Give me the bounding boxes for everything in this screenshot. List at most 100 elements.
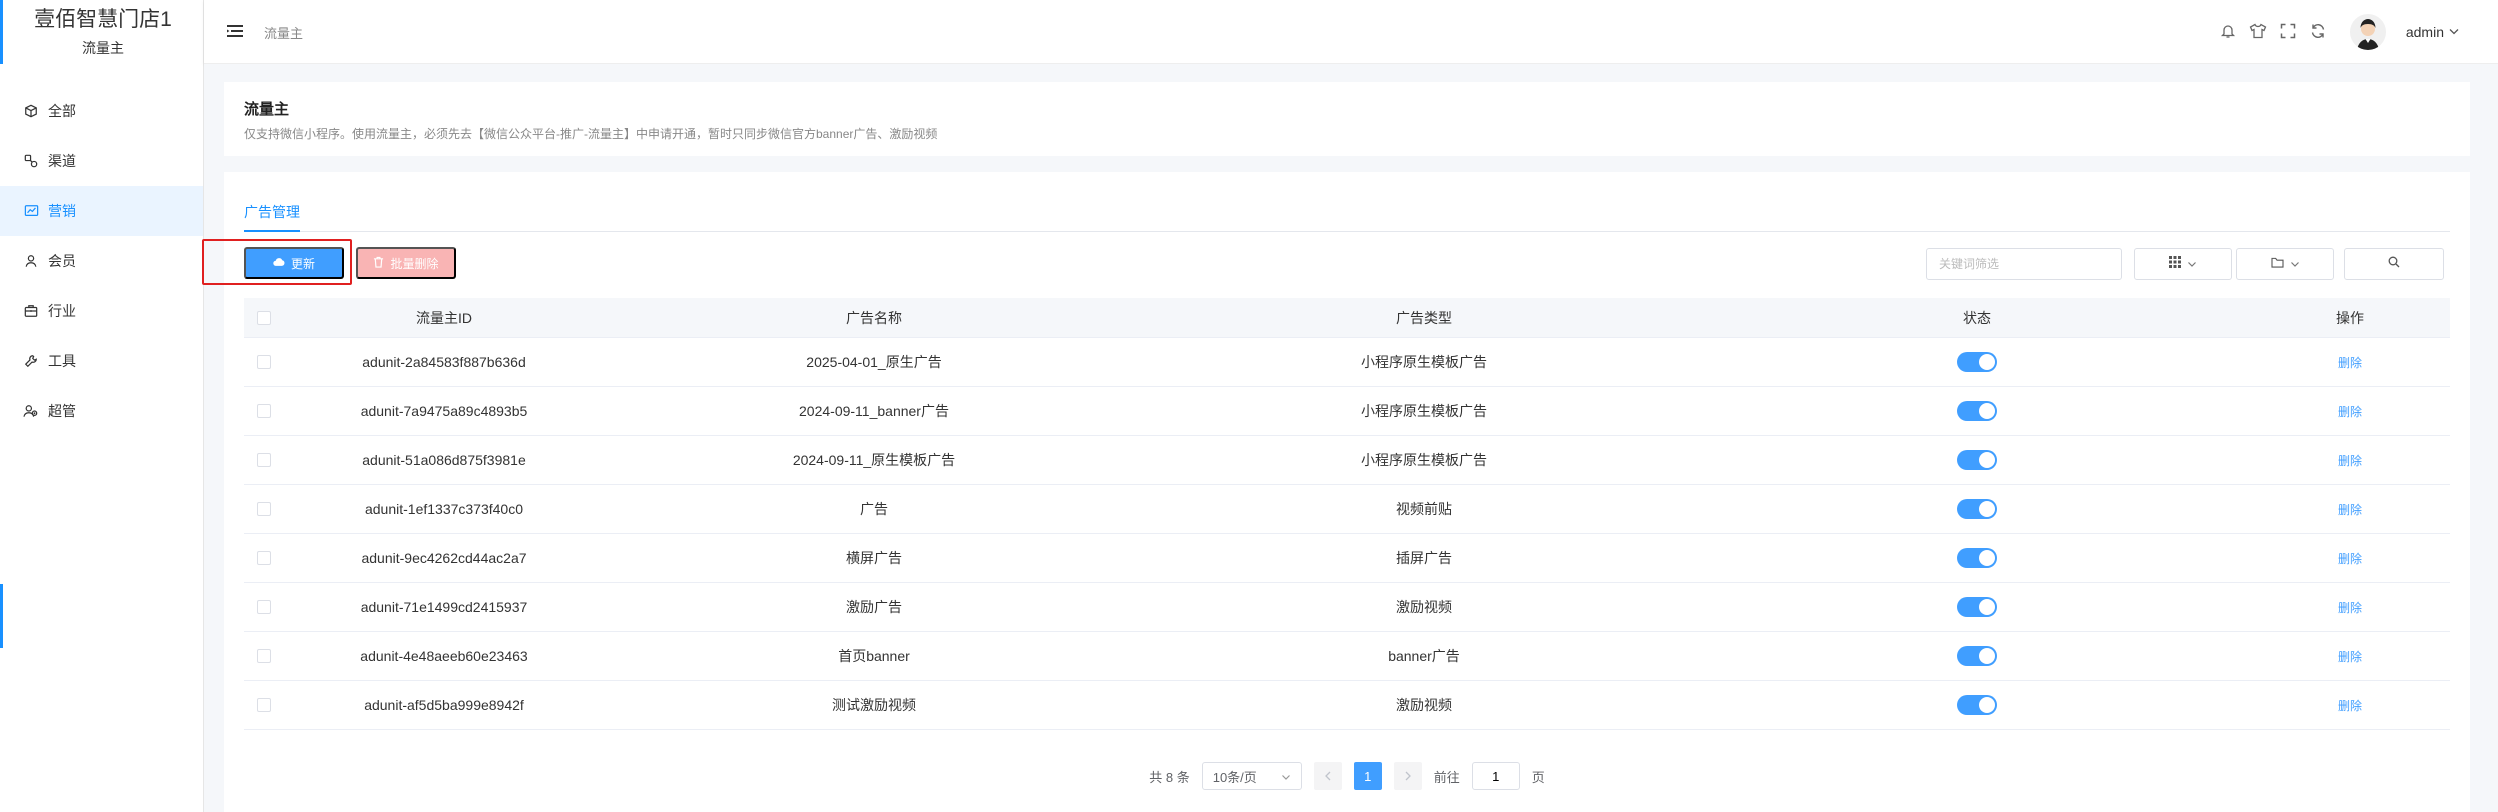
col-header-ops: 操作 [2336, 309, 2364, 326]
chart-icon [22, 202, 40, 220]
table-row: adunit-4e48aeeb60e23463 首页banner banner广… [244, 632, 2450, 681]
row-select-cell [244, 698, 284, 712]
delete-link[interactable]: 删除 [2338, 356, 2362, 370]
status-toggle[interactable] [1957, 548, 1997, 568]
page-number-current[interactable]: 1 [1353, 762, 1382, 790]
brand: 壹佰智慧门店1 流量主 [0, 0, 203, 64]
sidebar-menu: 全部 渠道 营销 会员 行业 工具 超管 [0, 86, 203, 436]
update-button-label: 更新 [290, 256, 315, 271]
shirt-icon[interactable] [2248, 20, 2268, 42]
delete-link[interactable]: 删除 [2338, 454, 2362, 468]
breadcrumb[interactable]: 流量主 [264, 23, 303, 42]
row-checkbox[interactable] [257, 600, 271, 614]
avatar[interactable] [2350, 14, 2386, 50]
hamburger-icon[interactable] [226, 22, 244, 40]
sidebar-item-label: 全部 [48, 103, 76, 119]
chevron-down-icon [2290, 255, 2300, 273]
status-toggle[interactable] [1957, 646, 1997, 666]
bulk-delete-button[interactable]: 批量删除 [356, 247, 456, 279]
update-button[interactable]: 更新 [244, 247, 344, 279]
export-dropdown[interactable] [2236, 248, 2334, 280]
total-count: 共 8 条 [1149, 769, 1190, 785]
pagination: 共 8 条 10条/页 1 前往 页 [224, 762, 2470, 790]
status-toggle[interactable] [1957, 597, 1997, 617]
delete-link[interactable]: 删除 [2338, 405, 2362, 419]
row-select-cell [244, 404, 284, 418]
sidebar-item-industry[interactable]: 行业 [0, 286, 203, 336]
search-button[interactable] [2344, 248, 2444, 280]
col-header-type: 广告类型 [1396, 309, 1452, 326]
sidebar-item-superadmin[interactable]: 超管 [0, 386, 203, 436]
prev-page-button[interactable] [1313, 762, 1342, 790]
row-checkbox[interactable] [257, 649, 271, 663]
table-row: adunit-51a086d875f3981e 2024-09-11_原生模板广… [244, 436, 2450, 485]
row-checkbox[interactable] [257, 502, 271, 516]
cube-icon [22, 102, 40, 120]
row-select-cell [244, 649, 284, 663]
page-description: 仅支持微信小程序。使用流量主，必须先去【微信公众平台-推广-流量主】中申请开通，… [244, 127, 938, 141]
row-id: adunit-71e1499cd2415937 [360, 599, 528, 615]
table-row: adunit-71e1499cd2415937 激励广告 激励视频 删除 [244, 583, 2450, 632]
sidebar-item-marketing[interactable]: 营销 [0, 186, 203, 236]
sidebar-item-member[interactable]: 会员 [0, 236, 203, 286]
row-type: 插屏广告 [1396, 550, 1452, 566]
delete-link[interactable]: 删除 [2338, 601, 2362, 615]
bell-icon[interactable] [2218, 20, 2238, 42]
page-size-select[interactable]: 10条/页 [1201, 762, 1302, 790]
bulk-delete-label: 批量删除 [390, 256, 439, 271]
scroll-marker [0, 584, 3, 648]
row-checkbox[interactable] [257, 404, 271, 418]
row-checkbox[interactable] [257, 453, 271, 467]
row-checkbox[interactable] [257, 551, 271, 565]
refresh-icon[interactable] [2308, 20, 2328, 42]
users-icon [22, 402, 40, 420]
status-toggle[interactable] [1957, 352, 1997, 372]
col-header-id: 流量主ID [416, 309, 472, 326]
delete-link[interactable]: 删除 [2338, 503, 2362, 517]
row-id: adunit-2a84583f887b636d [362, 354, 526, 370]
row-ops-cell: 删除 [2250, 648, 2450, 665]
status-toggle[interactable] [1957, 695, 1997, 715]
row-id: adunit-1ef1337c373f40c0 [364, 501, 524, 517]
delete-link[interactable]: 删除 [2338, 650, 2362, 664]
row-name: 2024-09-11_原生模板广告 [792, 452, 956, 468]
cloud-icon [273, 256, 285, 270]
fullscreen-icon[interactable] [2278, 20, 2298, 42]
tab-ad-management[interactable]: 广告管理 [244, 202, 300, 232]
row-type: 激励视频 [1396, 697, 1452, 713]
row-name: 横屏广告 [846, 550, 902, 566]
tab-bar: 广告管理 [244, 172, 2450, 232]
user-name[interactable]: admin [2406, 24, 2444, 40]
row-id: adunit-9ec4262cd44ac2a7 [361, 550, 527, 566]
status-toggle[interactable] [1957, 401, 1997, 421]
brand-title: 壹佰智慧门店1 [34, 8, 172, 31]
sidebar-item-tools[interactable]: 工具 [0, 336, 203, 386]
delete-link[interactable]: 删除 [2338, 552, 2362, 566]
row-name: 激励广告 [846, 599, 902, 615]
columns-dropdown[interactable] [2134, 248, 2232, 280]
chevron-down-icon[interactable] [2448, 24, 2460, 38]
row-status-cell [1704, 548, 2250, 568]
row-status-cell [1704, 597, 2250, 617]
select-all-checkbox[interactable] [257, 310, 271, 325]
ad-table: 流量主ID 广告名称 广告类型 状态 操作 adunit-2a84583f887… [244, 298, 2450, 730]
trash-icon [373, 256, 384, 271]
status-toggle[interactable] [1957, 499, 1997, 519]
sidebar-item-all[interactable]: 全部 [0, 86, 203, 136]
goto-page-input[interactable] [1471, 762, 1520, 790]
col-header-name: 广告名称 [846, 309, 902, 326]
delete-link[interactable]: 删除 [2338, 699, 2362, 713]
row-status-cell [1704, 450, 2250, 470]
sidebar-item-channel[interactable]: 渠道 [0, 136, 203, 186]
sidebar-item-label: 会员 [48, 253, 76, 269]
row-name: 2025-04-01_原生广告 [806, 354, 942, 370]
row-type: 视频前贴 [1396, 501, 1452, 517]
table-row: adunit-7a9475a89c4893b5 2024-09-11_banne… [244, 387, 2450, 436]
keyword-filter-input[interactable] [1926, 248, 2122, 280]
row-checkbox[interactable] [257, 698, 271, 712]
next-page-button[interactable] [1393, 762, 1422, 790]
row-checkbox[interactable] [257, 355, 271, 369]
header-tools [2218, 20, 2328, 42]
chevron-down-icon [2187, 255, 2197, 273]
status-toggle[interactable] [1957, 450, 1997, 470]
